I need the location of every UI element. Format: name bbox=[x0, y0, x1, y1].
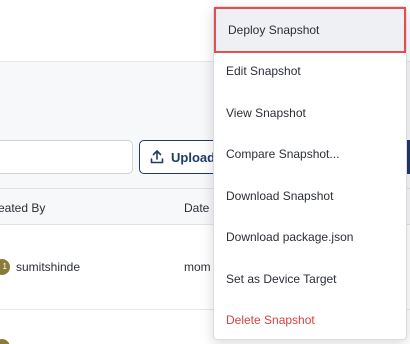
menu-item-label: Set as Device Target bbox=[226, 271, 337, 286]
column-header-date[interactable]: Date bbox=[184, 201, 209, 215]
menu-item-download-snapshot[interactable]: Download Snapshot bbox=[214, 175, 406, 217]
menu-item-label: Delete Snapshot bbox=[226, 313, 315, 328]
menu-item-delete-snapshot[interactable]: Delete Snapshot bbox=[214, 300, 406, 342]
menu-item-label: Edit Snapshot bbox=[226, 64, 301, 79]
menu-item-label: Deploy Snapshot bbox=[228, 22, 320, 37]
row-date: mom bbox=[184, 260, 211, 274]
upload-icon bbox=[150, 150, 164, 164]
menu-item-view-snapshot[interactable]: View Snapshot bbox=[214, 92, 406, 134]
avatar bbox=[0, 339, 10, 344]
menu-item-label: Download Snapshot bbox=[226, 188, 334, 203]
menu-item-compare-snapshot[interactable]: Compare Snapshot... bbox=[214, 134, 406, 176]
menu-item-deploy-snapshot[interactable]: Deploy Snapshot bbox=[214, 7, 406, 53]
menu-item-download-package-json[interactable]: Download package.json bbox=[214, 217, 406, 259]
column-header-created-by[interactable]: eated By bbox=[0, 201, 45, 215]
menu-item-label: View Snapshot bbox=[226, 105, 306, 120]
avatar: 1 bbox=[0, 259, 10, 275]
search-input[interactable] bbox=[0, 140, 133, 174]
menu-item-label: Download package.json bbox=[226, 230, 354, 245]
menu-item-set-device-target[interactable]: Set as Device Target bbox=[214, 258, 406, 300]
upload-button-label: Upload bbox=[171, 149, 216, 165]
menu-item-edit-snapshot[interactable]: Edit Snapshot bbox=[214, 51, 406, 93]
row-created-by: sumitshinde bbox=[16, 260, 81, 274]
menu-item-label: Compare Snapshot... bbox=[226, 147, 340, 162]
snapshot-actions-menu: Deploy Snapshot Edit Snapshot View Snaps… bbox=[213, 6, 407, 340]
